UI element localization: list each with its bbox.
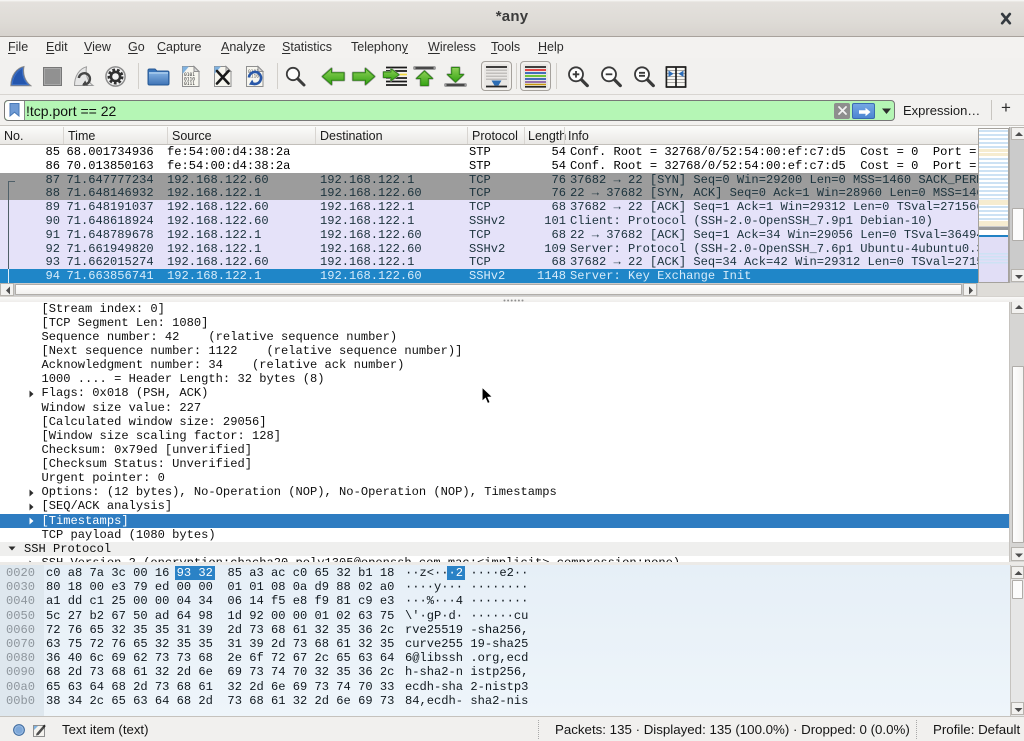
svg-text:0111: 0111 (184, 81, 195, 87)
